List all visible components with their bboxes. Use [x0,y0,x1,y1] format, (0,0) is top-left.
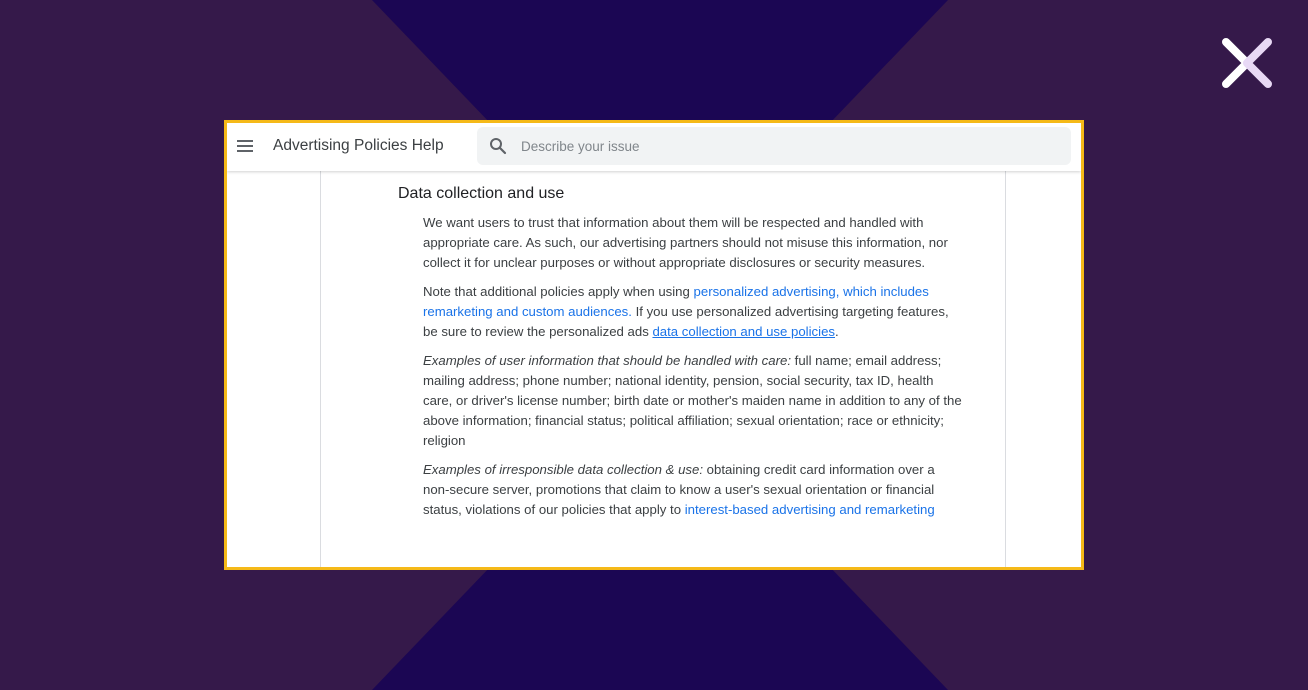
article-body: We want users to trust that information … [423,213,963,529]
app-title[interactable]: Advertising Policies Help [273,137,444,155]
hamburger-menu-icon[interactable] [235,136,255,156]
data-collection-policies-link[interactable]: data collection and use policies [652,324,835,339]
paragraph-irresponsible-examples: Examples of irresponsible data collectio… [423,460,963,520]
paragraph-user-info-examples: Examples of user information that should… [423,351,963,451]
help-page-screenshot: Advertising Policies Help Data collectio… [224,120,1084,570]
search-icon[interactable] [489,137,507,155]
article-column: Data collection and use We want users to… [320,171,1006,567]
search-box[interactable] [477,127,1071,165]
paragraph-text: . [835,324,839,339]
section-title: Data collection and use [398,185,565,202]
paragraph-trust: We want users to trust that information … [423,215,948,270]
interest-based-advertising-link[interactable]: interest-based advertising and remarketi… [685,502,935,517]
x-logo-icon [1222,38,1272,88]
examples-lead: Examples of irresponsible data collectio… [423,462,704,477]
paragraph-text: Note that additional policies apply when… [423,284,694,299]
search-input[interactable] [521,127,1051,165]
examples-lead: Examples of user information that should… [423,353,791,368]
app-bar: Advertising Policies Help [227,123,1081,171]
paragraph-additional-policies: Note that additional policies apply when… [423,282,963,342]
